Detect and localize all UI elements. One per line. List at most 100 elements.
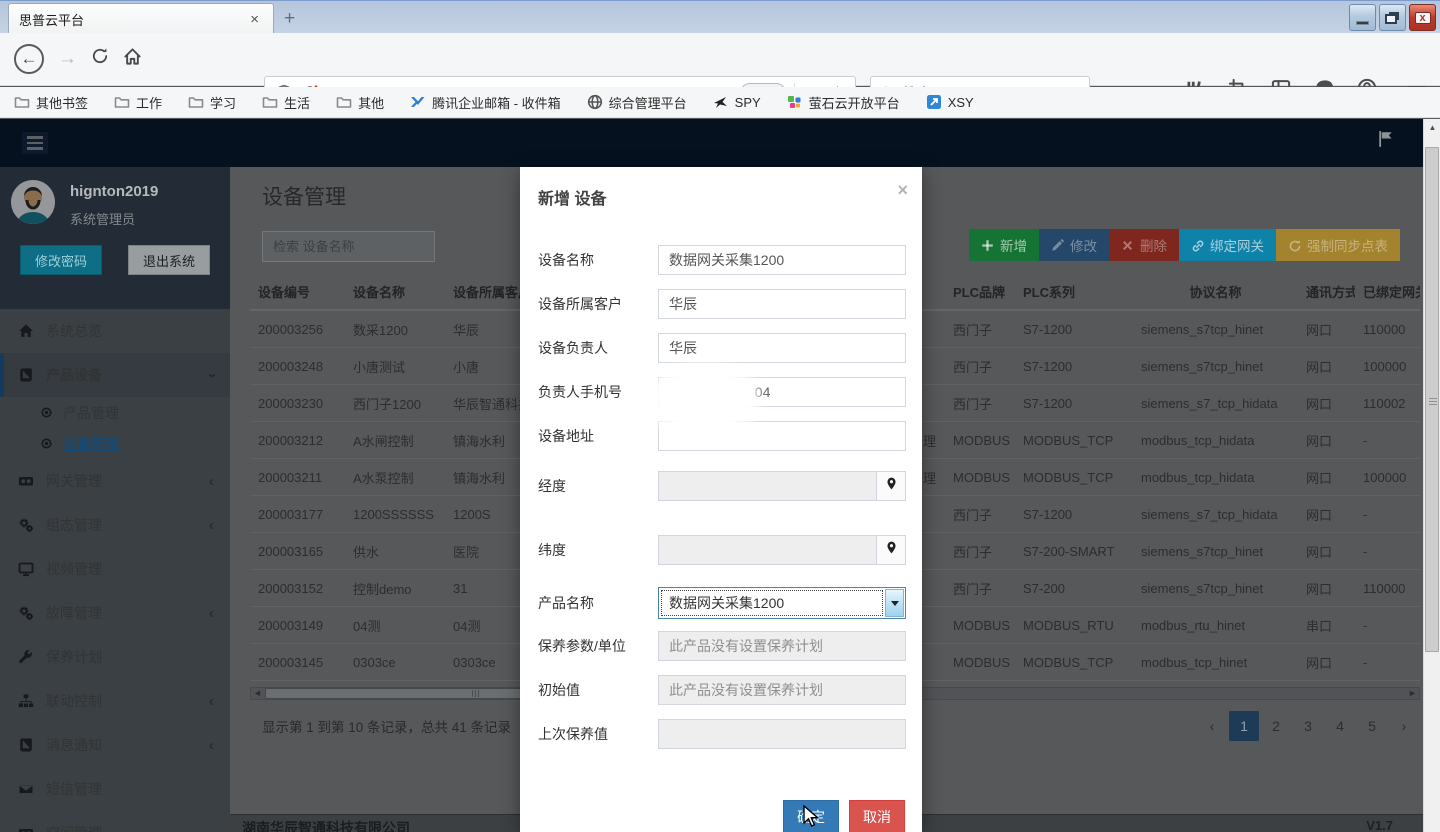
table-cell: siemens_s7tcp_hinet bbox=[1133, 359, 1298, 374]
bookmark-item[interactable]: 萤石云开放平台 bbox=[787, 93, 900, 112]
bookmark-item[interactable]: 学习 bbox=[188, 93, 236, 112]
scroll-up-icon[interactable]: ▲ bbox=[1424, 119, 1440, 136]
sidebar-item-label: 设备管理 bbox=[63, 434, 183, 454]
chevron-left-icon: ‹ bbox=[209, 517, 214, 534]
new-tab-button[interactable]: + bbox=[284, 8, 295, 30]
tab-close-icon[interactable]: × bbox=[246, 10, 263, 29]
bookmark-item[interactable]: 其他书签 bbox=[14, 93, 88, 112]
sidebar-item-label: 短信管理 bbox=[46, 779, 166, 799]
bookmark-item[interactable]: XSY bbox=[926, 94, 974, 110]
sidebar-item-product-manage[interactable]: 产品管理 bbox=[0, 397, 230, 428]
page-5[interactable]: 5 bbox=[1357, 711, 1387, 741]
gears-icon bbox=[18, 517, 34, 533]
sidebar-item-fault-manage[interactable]: 故障管理‹ bbox=[0, 591, 230, 635]
table-cell: - bbox=[1355, 655, 1420, 670]
bookmark-item[interactable]: 工作 bbox=[114, 93, 162, 112]
maintain-param-input[interactable]: 此产品没有设置保养计划 bbox=[658, 631, 906, 661]
sidebar-item-product-device[interactable]: 产品设备‹ bbox=[0, 353, 230, 397]
column-header: 通讯方式 bbox=[1298, 282, 1355, 301]
table-cell: S7-200-SMART bbox=[1015, 544, 1133, 559]
page-4[interactable]: 4 bbox=[1325, 711, 1355, 741]
field-label: 设备名称 bbox=[538, 250, 658, 270]
device-customer-control: 华辰 bbox=[658, 289, 906, 319]
table-cell: 110000 bbox=[1355, 581, 1420, 596]
map-pin-button[interactable] bbox=[877, 471, 906, 501]
sidebar-item-label: 系统总览 bbox=[46, 321, 166, 341]
initial-value-input[interactable]: 此产品没有设置保养计划 bbox=[658, 675, 906, 705]
edit-button[interactable]: 修改 bbox=[1039, 229, 1109, 261]
forward-button[interactable]: → bbox=[58, 48, 77, 70]
home-button[interactable] bbox=[123, 47, 142, 72]
column-header: 已绑定网关 bbox=[1355, 282, 1420, 301]
device-customer-input[interactable]: 华辰 bbox=[658, 289, 906, 319]
dropdown-arrow-icon[interactable] bbox=[885, 589, 904, 617]
last-maintain-value-input[interactable] bbox=[658, 719, 906, 749]
delete-button[interactable]: 删除 bbox=[1109, 229, 1179, 261]
bookmark-item[interactable]: SPY bbox=[713, 94, 761, 110]
table-cell: 西门子 bbox=[945, 505, 1015, 524]
vertical-scroll-thumb[interactable] bbox=[1425, 147, 1439, 652]
gateway-icon bbox=[18, 473, 34, 489]
sidebar-item-sms-manage[interactable]: 短信管理 bbox=[0, 767, 230, 811]
sidebar-item-scada-manage[interactable]: 组态管理‹ bbox=[0, 503, 230, 547]
change-password-button[interactable]: 修改密码 bbox=[20, 245, 102, 275]
sidebar-item-space-manage[interactable]: 空间管理 bbox=[0, 811, 230, 832]
device-name-input[interactable]: 数据网关采集1200 bbox=[658, 245, 906, 275]
device-manager-input[interactable]: 华辰 bbox=[658, 333, 906, 363]
bind-gateway-button[interactable]: 绑定网关 bbox=[1179, 229, 1276, 261]
bookmark-label: 综合管理平台 bbox=[609, 93, 687, 112]
sidebar-item-video-manage[interactable]: 视频管理 bbox=[0, 547, 230, 591]
table-cell: 200003248 bbox=[250, 359, 345, 374]
bookmark-item[interactable]: 腾讯企业邮箱 - 收件箱 bbox=[410, 93, 561, 112]
cancel-button[interactable]: 取消 bbox=[849, 800, 905, 832]
tencent-mail-icon bbox=[410, 94, 426, 110]
page-1[interactable]: 1 bbox=[1229, 711, 1259, 741]
browser-toolbar: ← → iot.idosp.net/admin/index.html?langu… bbox=[0, 33, 1440, 86]
chevron-left-icon: ‹ bbox=[209, 605, 214, 622]
add-button[interactable]: 新增 bbox=[969, 229, 1039, 261]
scroll-left-icon[interactable]: ◄ bbox=[251, 688, 264, 699]
avatar bbox=[11, 180, 55, 224]
scroll-grip bbox=[1429, 396, 1437, 407]
mouse-cursor bbox=[802, 805, 824, 832]
scroll-right-icon[interactable]: ► bbox=[1406, 688, 1419, 699]
logout-button[interactable]: 退出系统 bbox=[128, 245, 210, 275]
language-flag-icon[interactable] bbox=[1377, 129, 1395, 149]
page-3[interactable]: 3 bbox=[1293, 711, 1323, 741]
table-cell: MODBUS bbox=[945, 655, 1015, 670]
maintain-param-control: 此产品没有设置保养计划 bbox=[658, 631, 906, 661]
page-next[interactable]: › bbox=[1389, 711, 1419, 741]
sidebar-item-device-manage[interactable]: 设备管理 bbox=[0, 428, 230, 459]
page-prev[interactable]: ‹ bbox=[1197, 711, 1227, 741]
bookmark-item[interactable]: 生活 bbox=[262, 93, 310, 112]
minimize-button[interactable] bbox=[1349, 4, 1376, 31]
map-pin-icon bbox=[885, 540, 898, 560]
sidebar-item-maintain-plan[interactable]: 保养计划 bbox=[0, 635, 230, 679]
close-button[interactable]: x bbox=[1409, 4, 1436, 31]
browser-tab[interactable]: 思普云平台 × bbox=[8, 3, 274, 34]
longitude-input[interactable] bbox=[658, 471, 877, 501]
product-name-select[interactable]: 数据网关采集1200 bbox=[658, 587, 906, 619]
field-label: 经度 bbox=[538, 476, 658, 496]
table-cell: 控制demo bbox=[345, 579, 445, 598]
back-button[interactable]: ← bbox=[14, 44, 44, 74]
gears-icon bbox=[18, 605, 34, 621]
sidebar-item-linkage-control[interactable]: 联动控制‹ bbox=[0, 679, 230, 723]
field-label: 负责人手机号 bbox=[538, 382, 658, 402]
vertical-scrollbar[interactable]: ▲ bbox=[1423, 119, 1440, 832]
sidebar-item-message-notify[interactable]: 消息通知‹ bbox=[0, 723, 230, 767]
sidebar-item-system-overview[interactable]: 系统总览 bbox=[0, 309, 230, 353]
latitude-input[interactable] bbox=[658, 535, 877, 565]
sidebar-item-gateway-manage[interactable]: 网关管理‹ bbox=[0, 459, 230, 503]
map-pin-button[interactable] bbox=[877, 535, 906, 565]
bookmark-item[interactable]: 综合管理平台 bbox=[587, 93, 687, 112]
restore-button[interactable] bbox=[1379, 4, 1406, 31]
device-search-input[interactable] bbox=[262, 231, 435, 262]
modal-close-icon[interactable]: × bbox=[897, 181, 908, 199]
field-label: 上次保养值 bbox=[538, 724, 658, 744]
sidebar-collapse-icon[interactable] bbox=[22, 132, 48, 154]
reload-button[interactable] bbox=[91, 47, 109, 71]
bookmark-item[interactable]: 其他 bbox=[336, 93, 384, 112]
page-2[interactable]: 2 bbox=[1261, 711, 1291, 741]
force-sync-button[interactable]: 强制同步点表 bbox=[1276, 229, 1400, 261]
